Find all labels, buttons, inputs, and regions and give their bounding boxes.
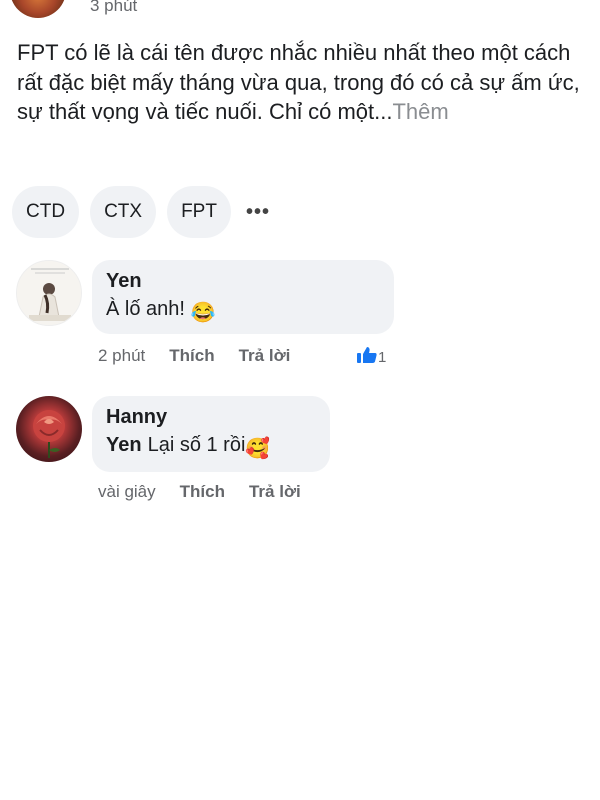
- see-more-link[interactable]: Thêm: [392, 99, 448, 124]
- rose-avatar-illustration: [33, 410, 65, 458]
- like-button[interactable]: Thích: [180, 482, 225, 502]
- laughing-emoji-icon: 😂: [190, 302, 216, 324]
- comment-bubble-yen[interactable]: Yen À lố anh! 😂: [92, 260, 394, 334]
- comment-author[interactable]: Yen: [106, 268, 380, 294]
- mention-tag[interactable]: Yen: [106, 434, 142, 456]
- avatar-yen-illustration: [17, 261, 81, 325]
- post-body: FPT có lẽ là cái tên được nhắc nhiều nhấ…: [17, 40, 580, 124]
- post-text: FPT có lẽ là cái tên được nhắc nhiều nhấ…: [17, 38, 587, 127]
- more-options-icon[interactable]: •••: [246, 201, 270, 224]
- hashtag-row: CTD CTX FPT •••: [12, 186, 270, 238]
- thumbs-up-icon: [356, 346, 378, 368]
- avatar-hanny[interactable]: [16, 396, 82, 462]
- comment-time[interactable]: vài giây: [98, 482, 156, 502]
- post-timestamp[interactable]: 3 phút: [90, 0, 137, 16]
- reply-button[interactable]: Trả lời: [249, 482, 301, 502]
- reaction-summary[interactable]: 1: [356, 346, 386, 368]
- comment-time[interactable]: 2 phút: [98, 346, 145, 366]
- avatar-yen[interactable]: [16, 260, 82, 326]
- comment-actions-yen: 2 phút Thích Trả lời: [98, 346, 314, 366]
- comment-body: À lố anh!: [106, 298, 185, 320]
- post-author-avatar[interactable]: [10, 0, 66, 18]
- reaction-count: 1: [378, 348, 387, 366]
- comment-actions-hanny: vài giây Thích Trả lời: [98, 482, 325, 502]
- comment-author[interactable]: Hanny: [106, 404, 316, 430]
- comment-text: Yen Lại số 1 rồi🥰: [106, 430, 316, 464]
- comment-bubble-hanny[interactable]: Hanny Yen Lại số 1 rồi🥰: [92, 396, 330, 472]
- tag-ctd[interactable]: CTD: [12, 186, 80, 238]
- tag-ctx[interactable]: CTX: [90, 186, 157, 238]
- smiling-hearts-emoji-icon: 🥰: [245, 438, 271, 460]
- comment-body: Lại số 1 rồi: [147, 434, 246, 456]
- reply-button[interactable]: Trả lời: [239, 346, 291, 366]
- tag-fpt[interactable]: FPT: [167, 186, 231, 238]
- like-button[interactable]: Thích: [169, 346, 214, 366]
- comment-text: À lố anh! 😂: [106, 294, 380, 328]
